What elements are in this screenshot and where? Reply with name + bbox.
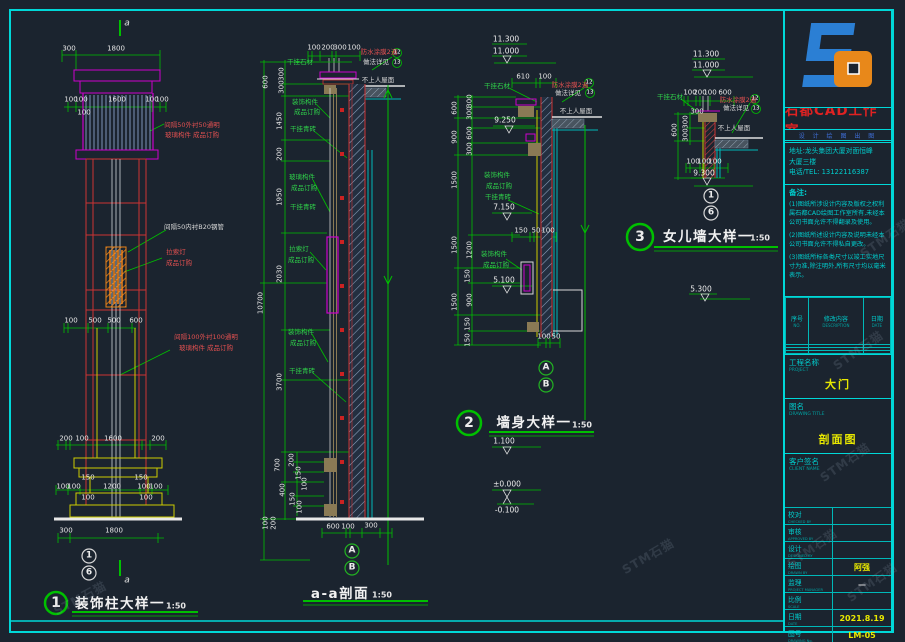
row-value: 2021.8.19 [833,610,891,626]
signature-row: 比例SCALE [785,592,891,609]
revision-table: 序号NO. 修改内容DESCRIPTION 日期DATE [785,297,891,355]
signature-row: 审核APPROVED BY [785,524,891,541]
detail-title-section: a-a剖面 [311,582,369,602]
row-label-en: APPROVED BY [788,536,830,541]
note-item: (2)图纸所述设计内容及说明未经本公司书面允许不得私自更改。 [789,232,887,250]
note-item: (3)图纸所标各类尺寸以竣工实地尺寸为准,除注明外,所有尺寸均以毫米表示。 [789,254,887,281]
detail-scale-column: 1:50 [166,602,186,611]
row-label-en: DATE [788,621,830,626]
revision-row [786,350,891,353]
revision-header-row: 序号NO. 修改内容DESCRIPTION 日期DATE [786,298,891,345]
studio-address: 地址:龙头集团大厦对面恒峰 大厦三楼 电话/TEL: 13122116387 [785,143,891,185]
detail-scale-section: 1:50 [372,591,392,600]
row-label: 日期 [788,613,802,621]
row-label-en: CHECKED BY [788,519,830,524]
project-field: 工程名称PROJECT 大门 [785,355,891,399]
address-line2: 大厦三楼 [789,157,887,168]
signature-row: 绘图DRAWN BY阿强 [785,558,891,575]
detail-number-2: 2 [464,415,474,431]
detail-wall-geometry [454,44,602,504]
row-value [833,542,891,558]
signature-rows: 校对CHECKED BY审核APPROVED BY设计DESIGNED BY绘图… [785,507,891,632]
section-aa-geometry [260,49,428,606]
signature-row: 日期DATE2021.8.19 [785,609,891,626]
cad-canvas: a30018001001001600100100100间隔50外衬50通明玻璃构… [0,0,905,642]
project-value: 大门 [785,376,891,392]
row-label: 绘图 [788,562,802,570]
drawing-geometry [0,0,905,642]
row-label: 校对 [788,511,802,519]
row-label-en: DRAWN BY [788,570,830,575]
notes-title: 备注: [789,188,887,199]
studio-name: 石都CAD工作室 [785,108,891,130]
signature-row: 校对CHECKED BY [785,507,891,524]
notes: 备注: (1)图纸所涉设计内容及版权之权利属石都CAD绘图工作室所有,未经本公司… [785,185,891,297]
detail-parapet-geometry [627,59,778,301]
row-label: 图号 [788,630,802,638]
detail-title-wall: 墙身大样一 [497,411,572,431]
signature-row: 监理PROJECT MANAGER— [785,575,891,592]
row-value [833,593,891,609]
studio-logo [785,10,891,108]
drawing-title-field: 图名DRAWING TITLE 剖面图 [785,399,891,454]
row-value [833,508,891,524]
row-label: 设计 [788,545,802,553]
row-label-en: SCALE [788,604,830,609]
row-label-en: DRAWING No. [788,638,830,642]
address-line1: 地址:龙头集团大厦对面恒峰 [789,146,887,157]
row-label: 审核 [788,528,802,536]
detail-scale-wall: 1:50 [572,421,592,430]
row-value: 阿强 [833,559,891,575]
studio-subtitle: 设 计 绘 图 出 图 [785,130,891,143]
row-label-en: PROJECT MANAGER [788,587,830,592]
detail-title-parapet: 女儿墙大样一 [663,225,753,245]
client-field: 客户签名CLIENT NAME [785,454,891,496]
col-description: 修改内容DESCRIPTION [809,298,864,345]
row-label: 比例 [788,596,802,604]
phone-line: 电话/TEL: 13122116387 [789,167,887,178]
row-label-en: DESIGNED BY [788,553,830,558]
row-value: — [833,576,891,592]
sd-logo-icon [796,17,880,101]
row-value [833,525,891,541]
row-value: LM-05 [833,627,891,642]
col-no: 序号NO. [786,298,809,345]
row-label: 监理 [788,579,802,587]
detail-title-column: 装饰柱大样一 [75,592,165,612]
signature-row: 设计DESIGNED BY [785,541,891,558]
signature-row: 图号DRAWING No.LM-05 [785,626,891,642]
title-block: 石都CAD工作室 设 计 绘 图 出 图 地址:龙头集团大厦对面恒峰 大厦三楼 … [783,10,893,632]
col-date: 日期DATE [863,298,890,345]
detail-column-geometry [45,20,198,616]
drawing-title-value: 剖面图 [785,431,891,447]
detail-number-1: 1 [51,595,61,611]
detail-number-3: 3 [635,229,645,245]
note-item: (1)图纸所涉设计内容及版权之权利属石都CAD绘图工作室所有,未经本公司书面允许… [789,201,887,228]
detail-scale-parapet: 1:50 [750,234,770,243]
